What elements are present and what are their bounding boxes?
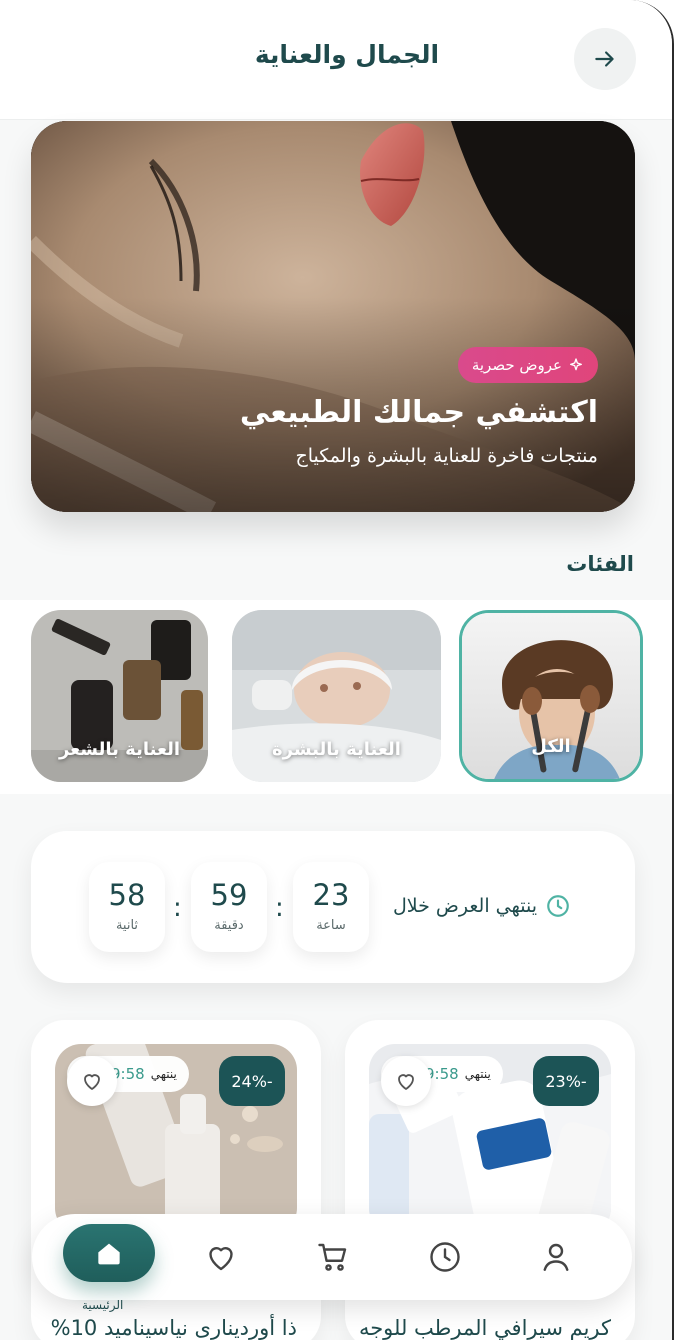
category-skin-care[interactable]: العناية بالبشرة [232, 610, 441, 782]
seconds-unit: ثانية [115, 918, 139, 933]
discount-badge: 23%- [533, 1056, 599, 1106]
header: الجمال والعناية [0, 0, 672, 120]
page-title: الجمال والعناية [254, 40, 440, 69]
favorite-button[interactable] [67, 1056, 117, 1106]
seconds-value: 58 [108, 878, 146, 912]
category-all[interactable]: الكل [459, 610, 643, 782]
sparkle-icon [570, 358, 582, 371]
hero-banner[interactable]: عروض حصرية اكتشفي جمالك الطبيعي منتجات ف… [31, 121, 635, 512]
hours-value: 23 [312, 878, 350, 912]
bottom-navigation: الرئيسية [32, 1214, 632, 1312]
nav-favorites[interactable] [197, 1233, 245, 1281]
timer-label: ينتهي [150, 1067, 177, 1081]
arrow-right-icon [595, 51, 614, 67]
heart-icon [84, 1074, 100, 1090]
cart-icon [318, 1243, 347, 1271]
categories-list: الكل العناية بالبشرة العناية بالشعر [0, 600, 672, 794]
home-icon [98, 1243, 120, 1265]
countdown-separator: : [275, 893, 284, 923]
countdown-text: ينتهي العرض خلال [392, 895, 537, 917]
app-screen: الجمال والعناية عروض حصرية اكتشفي جمالك … [0, 0, 674, 1340]
nav-home[interactable] [63, 1224, 155, 1282]
discount-badge: 24%- [219, 1056, 285, 1106]
categories-title: الفئات [566, 552, 634, 576]
clock-icon [430, 1242, 460, 1272]
exclusive-offers-badge: عروض حصرية [457, 347, 598, 383]
category-label: العناية بالبشرة [272, 739, 401, 760]
countdown-minutes: 59 دقيقة [191, 862, 267, 952]
countdown-separator: : [173, 893, 182, 923]
offer-countdown: ينتهي العرض خلال 23 ساعة : 59 دقيقة : 58… [31, 831, 635, 983]
user-icon [543, 1243, 569, 1271]
nav-profile[interactable] [532, 1233, 580, 1281]
nav-history[interactable] [421, 1233, 469, 1281]
hours-unit: ساعة [316, 918, 346, 933]
minutes-value: 59 [210, 878, 248, 912]
countdown-hours: 23 ساعة [293, 862, 369, 952]
category-label: العناية بالشعر [58, 739, 181, 760]
product-name: كريم سيرافي المرطب للوجه [358, 1316, 611, 1340]
timer-label: ينتهي [464, 1067, 491, 1081]
nav-cart[interactable] [309, 1233, 357, 1281]
category-hair-care[interactable]: العناية بالشعر [31, 610, 208, 782]
product-image: 24%- 9:58 ينتهي [55, 1044, 297, 1234]
heart-icon [398, 1074, 414, 1090]
product-name: ذا أوردينارى نياسيناميد 10% [50, 1316, 297, 1340]
hero-title: اكتشفي جمالك الطبيعي [239, 395, 598, 430]
product-image: 23%- 9:58 ينتهي [369, 1044, 611, 1234]
category-label: الكل [531, 736, 571, 757]
countdown-label: ينتهي العرض خلال [393, 893, 571, 919]
clock-icon [547, 895, 569, 917]
back-button[interactable] [574, 28, 636, 90]
favorite-button[interactable] [381, 1056, 431, 1106]
countdown-seconds: 58 ثانية [89, 862, 165, 952]
heart-icon [209, 1247, 233, 1271]
badge-label: عروض حصرية [471, 356, 562, 374]
nav-home-label: الرئيسية [82, 1298, 124, 1312]
minutes-unit: دقيقة [214, 918, 244, 933]
hero-subtitle: منتجات فاخرة للعناية بالبشرة والمكياج [295, 445, 598, 467]
